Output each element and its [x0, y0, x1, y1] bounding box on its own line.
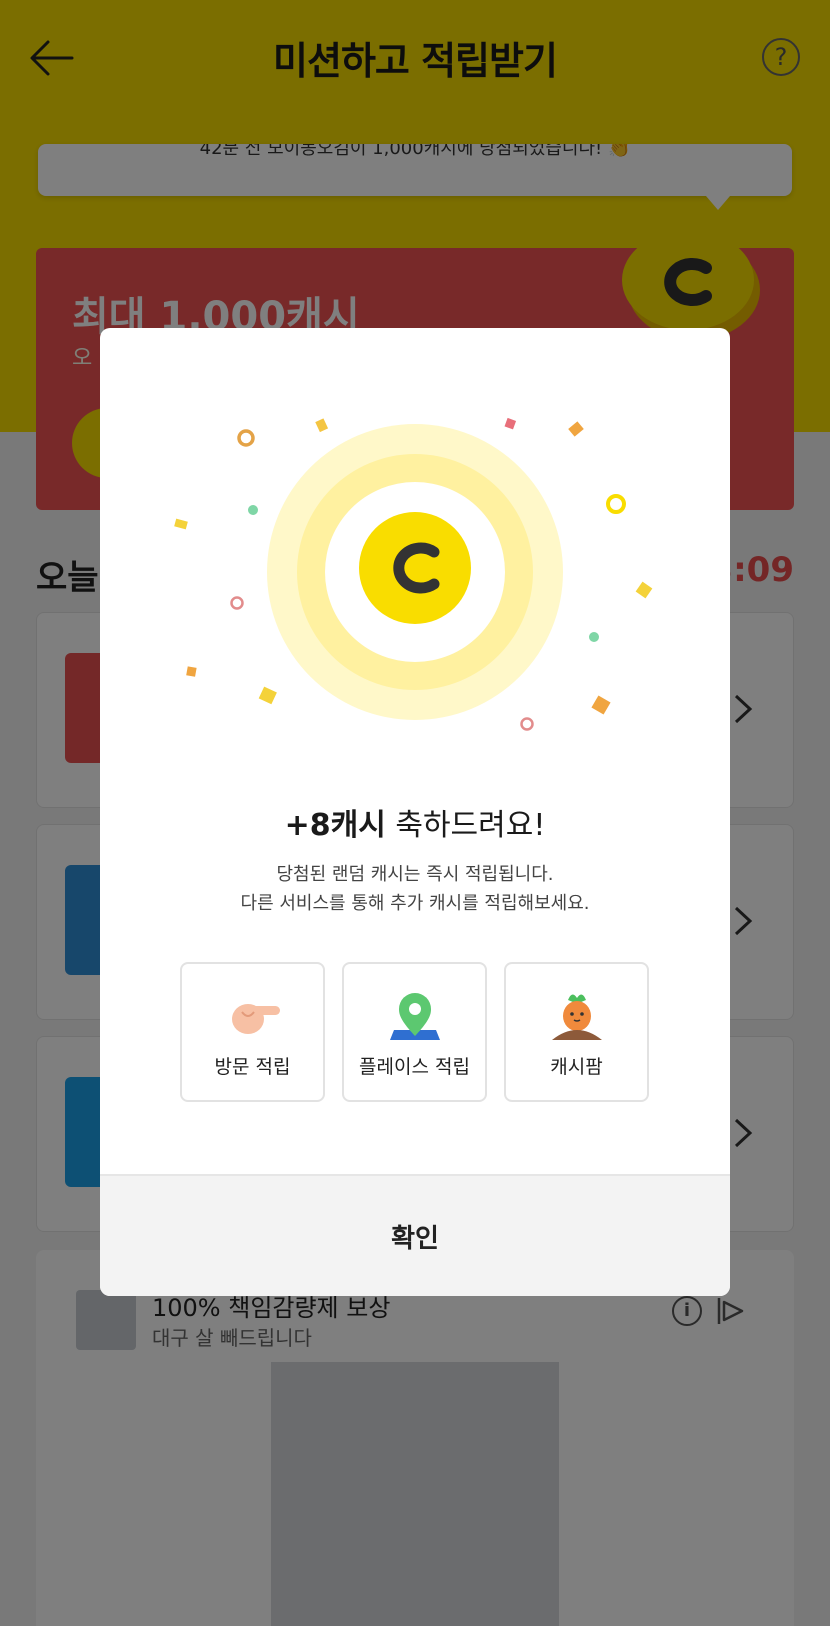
coin-celebration-illustration: [174, 417, 653, 731]
shortcut-label: 방문 적립: [214, 1056, 291, 1078]
visit-cash-button[interactable]: 방문 적립: [180, 962, 325, 1102]
shortcut-label: 플레이스 적립: [359, 1056, 470, 1078]
reward-message: 축하드려요!: [395, 808, 546, 843]
cash-shortcuts: 방문 적립 플레이스 적립 캐시팜: [180, 962, 650, 1104]
description-line: 당첨된 랜덤 캐시는 즉시 적립됩니다.: [276, 864, 554, 885]
confirm-button[interactable]: 확인: [100, 1176, 730, 1296]
reward-title: +8캐시 축하드려요!: [100, 800, 730, 844]
reward-amount: +8캐시: [284, 808, 386, 843]
cash-farm-button[interactable]: 캐시팜: [504, 962, 649, 1102]
carrot-icon: [552, 994, 602, 1040]
reward-modal: +8캐시 축하드려요! 당첨된 랜덤 캐시는 즉시 적립됩니다. 다른 서비스를…: [100, 328, 730, 1296]
modal-footer: 확인: [100, 1174, 730, 1296]
place-cash-button[interactable]: 플레이스 적립: [342, 962, 487, 1102]
pointing-hand-icon: [232, 1004, 280, 1034]
shortcut-label: 캐시팜: [550, 1056, 603, 1078]
description-line: 다른 서비스를 통해 추가 캐시를 적립해보세요.: [240, 893, 590, 914]
map-pin-icon: [390, 993, 440, 1040]
reward-description: 당첨된 랜덤 캐시는 즉시 적립됩니다. 다른 서비스를 통해 추가 캐시를 적…: [100, 860, 730, 918]
